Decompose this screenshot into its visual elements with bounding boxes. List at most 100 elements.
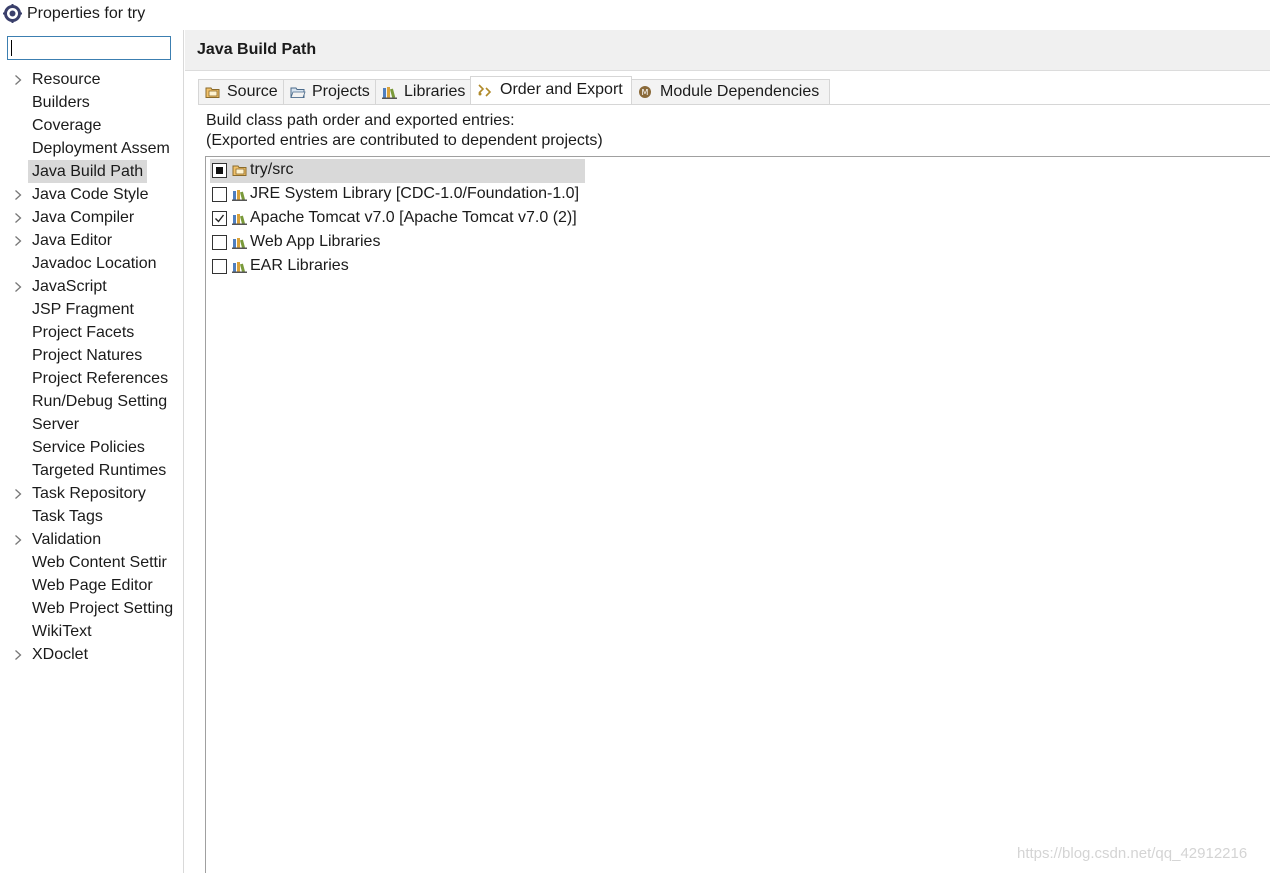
properties-page: Java Build Path Source Projects Librarie…: [185, 30, 1270, 873]
library-icon: [232, 187, 248, 206]
tab-order-and-export[interactable]: Order and Export: [470, 76, 632, 105]
tree-item-label: Web Project Setting: [32, 600, 174, 617]
source-folder-icon: [232, 163, 248, 182]
export-checkbox[interactable]: [212, 163, 227, 178]
library-icon: [232, 235, 248, 254]
libraries-icon: [382, 87, 397, 99]
tree-item-label: Java Build Path: [28, 160, 148, 183]
tree-item[interactable]: Project References: [0, 367, 176, 390]
list-item[interactable]: JRE System Library [CDC-1.0/Foundation-1…: [210, 183, 585, 207]
library-icon: [232, 211, 248, 230]
tree-item[interactable]: Task Repository: [0, 482, 176, 505]
tab-projects[interactable]: Projects: [283, 79, 376, 105]
tree-item[interactable]: Javadoc Location: [0, 252, 176, 275]
tree-item-label: Service Policies: [32, 439, 145, 456]
tree-item[interactable]: Web Page Editor: [0, 574, 176, 597]
tree-item-label: Deployment Assem: [32, 140, 170, 157]
tree-item-label: Project Facets: [32, 324, 135, 341]
tree-item[interactable]: Builders: [0, 91, 176, 114]
tree-item-label: Builders: [32, 94, 90, 111]
tree-item-label: Web Page Editor: [32, 577, 153, 594]
tree-item-label: Project References: [32, 370, 169, 387]
tree-item[interactable]: Run/Debug Setting: [0, 390, 176, 413]
export-checkbox[interactable]: [212, 259, 227, 274]
tree-item[interactable]: Web Content Settir: [0, 551, 176, 574]
tree-item-label: Java Compiler: [32, 209, 135, 226]
export-checkbox[interactable]: [212, 235, 227, 250]
list-item[interactable]: Apache Tomcat v7.0 [Apache Tomcat v7.0 (…: [210, 207, 585, 231]
tree-item-label: WikiText: [32, 623, 92, 640]
tree-item-label: Targeted Runtimes: [32, 462, 167, 479]
tree-item[interactable]: Java Compiler: [0, 206, 176, 229]
tree-item-label: XDoclet: [32, 646, 89, 663]
tree-item[interactable]: Resource: [0, 68, 176, 91]
page-title: Java Build Path: [197, 41, 317, 58]
window-title: Properties for try: [27, 5, 146, 22]
tree-item[interactable]: Deployment Assem: [0, 137, 176, 160]
tree-item-label: JSP Fragment: [32, 301, 134, 318]
tree-item[interactable]: Server: [0, 413, 176, 436]
tree-item-label: Javadoc Location: [32, 255, 157, 272]
tree-item[interactable]: Project Facets: [0, 321, 176, 344]
list-item[interactable]: try/src: [210, 159, 585, 183]
tree-item[interactable]: Task Tags: [0, 505, 176, 528]
tree-item-label: Server: [32, 416, 80, 433]
tree-item[interactable]: Coverage: [0, 114, 176, 137]
tree-item[interactable]: Project Natures: [0, 344, 176, 367]
page-header: Java Build Path: [185, 30, 1270, 71]
tree-item-label: JavaScript: [32, 278, 107, 295]
export-checkbox[interactable]: [212, 187, 227, 202]
entry-label: EAR Libraries: [250, 257, 349, 274]
tree-item[interactable]: Java Code Style: [0, 183, 176, 206]
tree-item-label: Java Editor: [32, 232, 113, 249]
tree-item-label: Web Content Settir: [32, 554, 167, 571]
list-item[interactable]: Web App Libraries: [210, 231, 585, 255]
list-item[interactable]: EAR Libraries: [210, 255, 585, 279]
partial-check-mark: [216, 167, 223, 174]
tab-libraries[interactable]: Libraries: [375, 79, 471, 105]
tree-item-label: Resource: [32, 71, 101, 88]
tree-item-label: Task Tags: [32, 508, 103, 525]
library-icon: [232, 259, 248, 278]
tree-item[interactable]: Service Policies: [0, 436, 176, 459]
eclipse-gear-icon: [3, 4, 22, 23]
preferences-tree: Resource Builders Coverage Deployment Assem…: [0, 68, 183, 666]
tree-item[interactable]: Web Project Setting: [0, 597, 176, 620]
tree-item-label: Java Code Style: [32, 186, 149, 203]
order-export-icon: [478, 84, 492, 97]
tab-source[interactable]: Source: [198, 79, 284, 105]
tree-item[interactable]: Validation: [0, 528, 176, 551]
entry-label: JRE System Library [CDC-1.0/Foundation-1…: [250, 185, 580, 202]
tree-item[interactable]: Targeted Runtimes: [0, 459, 176, 482]
tab-separator: [198, 104, 1270, 105]
build-path-entries-list[interactable]: try/src JRE System Library [CDC-1.0/Found…: [205, 156, 1270, 873]
text-caret: [11, 40, 12, 56]
entry-label: Apache Tomcat v7.0 [Apache Tomcat v7.0 (…: [250, 209, 577, 226]
description-line-2: (Exported entries are contributed to dep…: [206, 132, 603, 149]
source-folder-icon: [205, 87, 220, 98]
preferences-navigation-pane: Resource Builders Coverage Deployment Assem…: [0, 30, 184, 873]
tree-item-label: Project Natures: [32, 347, 143, 364]
description-line-1: Build class path order and exported entr…: [206, 112, 515, 129]
tree-item-label: Coverage: [32, 117, 102, 134]
projects-folder-icon: [290, 87, 306, 98]
title-bar: Properties for try: [0, 0, 1270, 30]
entry-label: try/src: [250, 161, 294, 178]
check-mark-icon: [215, 214, 225, 223]
tree-item[interactable]: Java Build Path: [0, 160, 176, 183]
tree-item[interactable]: Java Editor: [0, 229, 176, 252]
export-checkbox[interactable]: [212, 211, 227, 226]
entry-label: Web App Libraries: [250, 233, 381, 250]
tree-item[interactable]: XDoclet: [0, 643, 176, 666]
tree-item-label: Task Repository: [32, 485, 146, 502]
svg-text:M: M: [642, 88, 649, 97]
tree-item[interactable]: WikiText: [0, 620, 176, 643]
tree-item[interactable]: JSP Fragment: [0, 298, 176, 321]
tree-item[interactable]: JavaScript: [0, 275, 176, 298]
module-icon: M: [639, 86, 651, 98]
tree-item-label: Validation: [32, 531, 102, 548]
watermark: https://blog.csdn.net/qq_42912216: [1017, 845, 1248, 862]
filter-input[interactable]: [7, 36, 171, 60]
tree-item-label: Run/Debug Setting: [32, 393, 168, 410]
tab-module-dependencies[interactable]: M Module Dependencies: [631, 79, 830, 105]
